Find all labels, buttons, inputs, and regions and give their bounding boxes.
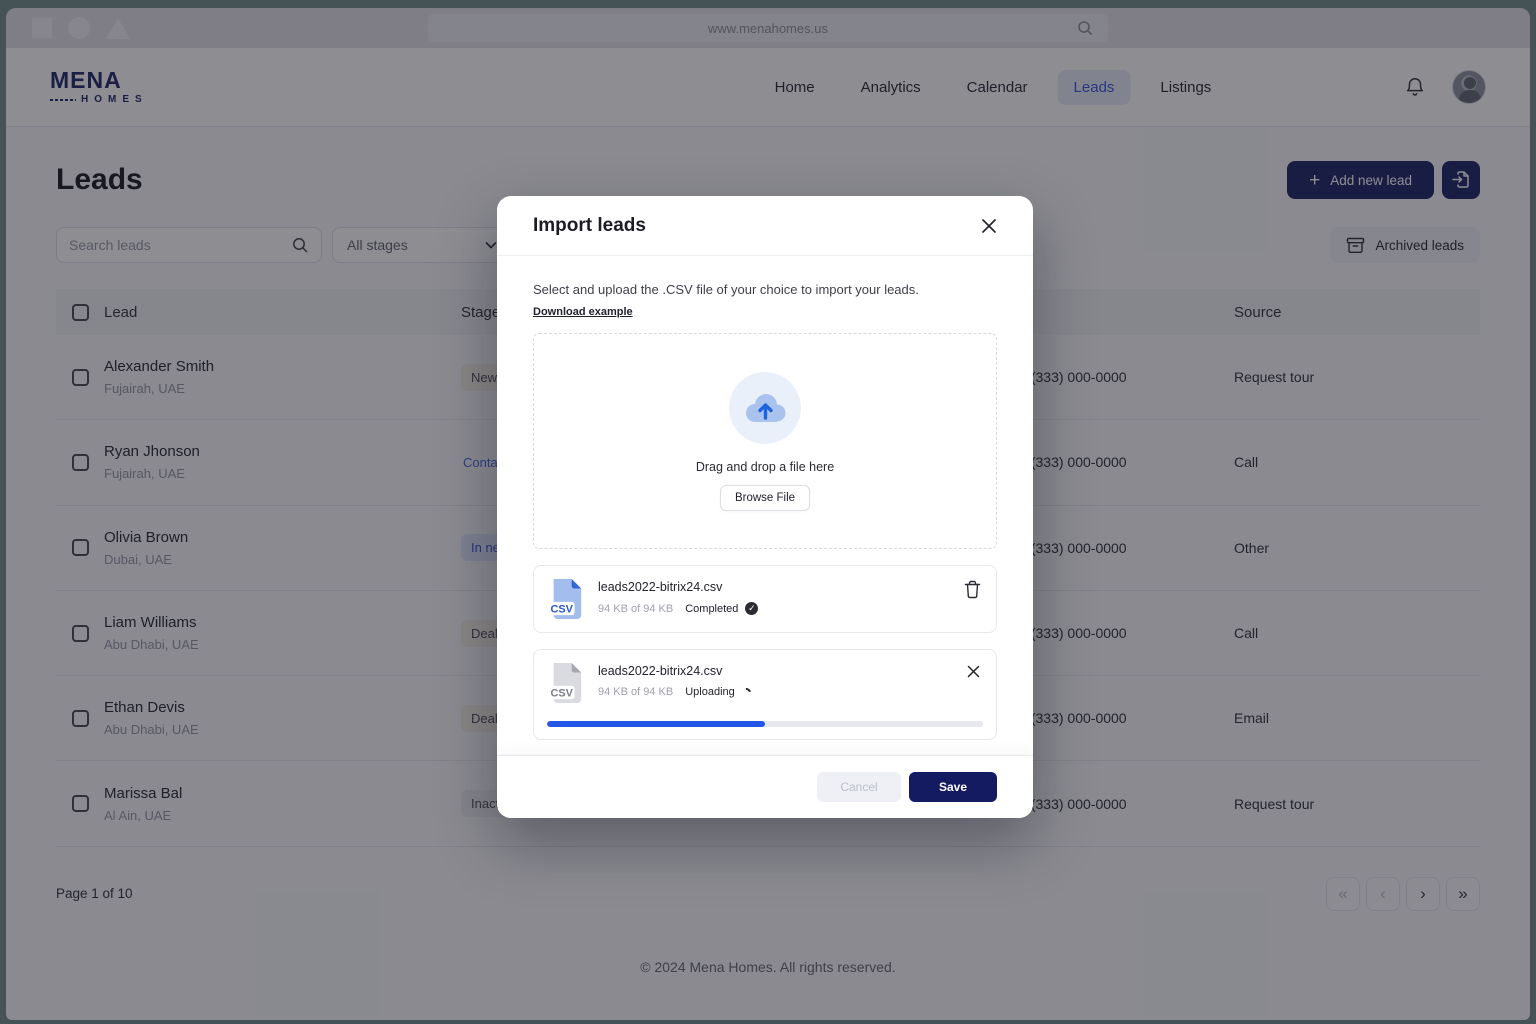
file-name: leads2022-bitrix24.csv (598, 580, 949, 594)
drop-hint-text: Drag and drop a file here (696, 460, 834, 474)
svg-text:CSV: CSV (551, 603, 574, 615)
modal-title: Import leads (533, 215, 646, 237)
cancel-upload-button[interactable] (964, 662, 983, 681)
delete-file-button[interactable] (962, 578, 983, 601)
check-circle-icon: ✓ (745, 602, 758, 615)
browse-file-button[interactable]: Browse File (720, 485, 810, 511)
csv-file-icon: CSV (547, 578, 585, 620)
file-status: Completed ✓ (685, 602, 758, 615)
spinner-icon (740, 686, 753, 699)
csv-file-icon: CSV (547, 662, 585, 704)
upload-progress-track (547, 721, 983, 727)
uploading-file-item: CSV leads2022-bitrix24.csv 94 KB of 94 K… (533, 649, 997, 740)
modal-close-button[interactable] (975, 212, 1003, 240)
download-example-link[interactable]: Download example (533, 306, 633, 318)
import-leads-modal: Import leads Select and upload the .CSV … (497, 196, 1033, 818)
modal-description: Select and upload the .CSV file of your … (533, 282, 997, 297)
file-size: 94 KB of 94 KB (598, 686, 673, 698)
file-name: leads2022-bitrix24.csv (598, 664, 951, 678)
close-icon (979, 216, 999, 236)
save-button[interactable]: Save (909, 772, 997, 802)
cancel-button[interactable]: Cancel (817, 772, 901, 802)
cloud-upload-icon (729, 372, 801, 444)
file-dropzone[interactable]: Drag and drop a file here Browse File (533, 333, 997, 549)
upload-progress-fill (547, 721, 765, 727)
file-status: Uploading (685, 686, 751, 698)
svg-text:CSV: CSV (551, 687, 574, 699)
close-icon (966, 664, 981, 679)
file-size: 94 KB of 94 KB (598, 603, 673, 615)
trash-icon (964, 580, 981, 599)
uploaded-file-item: CSV leads2022-bitrix24.csv 94 KB of 94 K… (533, 565, 997, 633)
